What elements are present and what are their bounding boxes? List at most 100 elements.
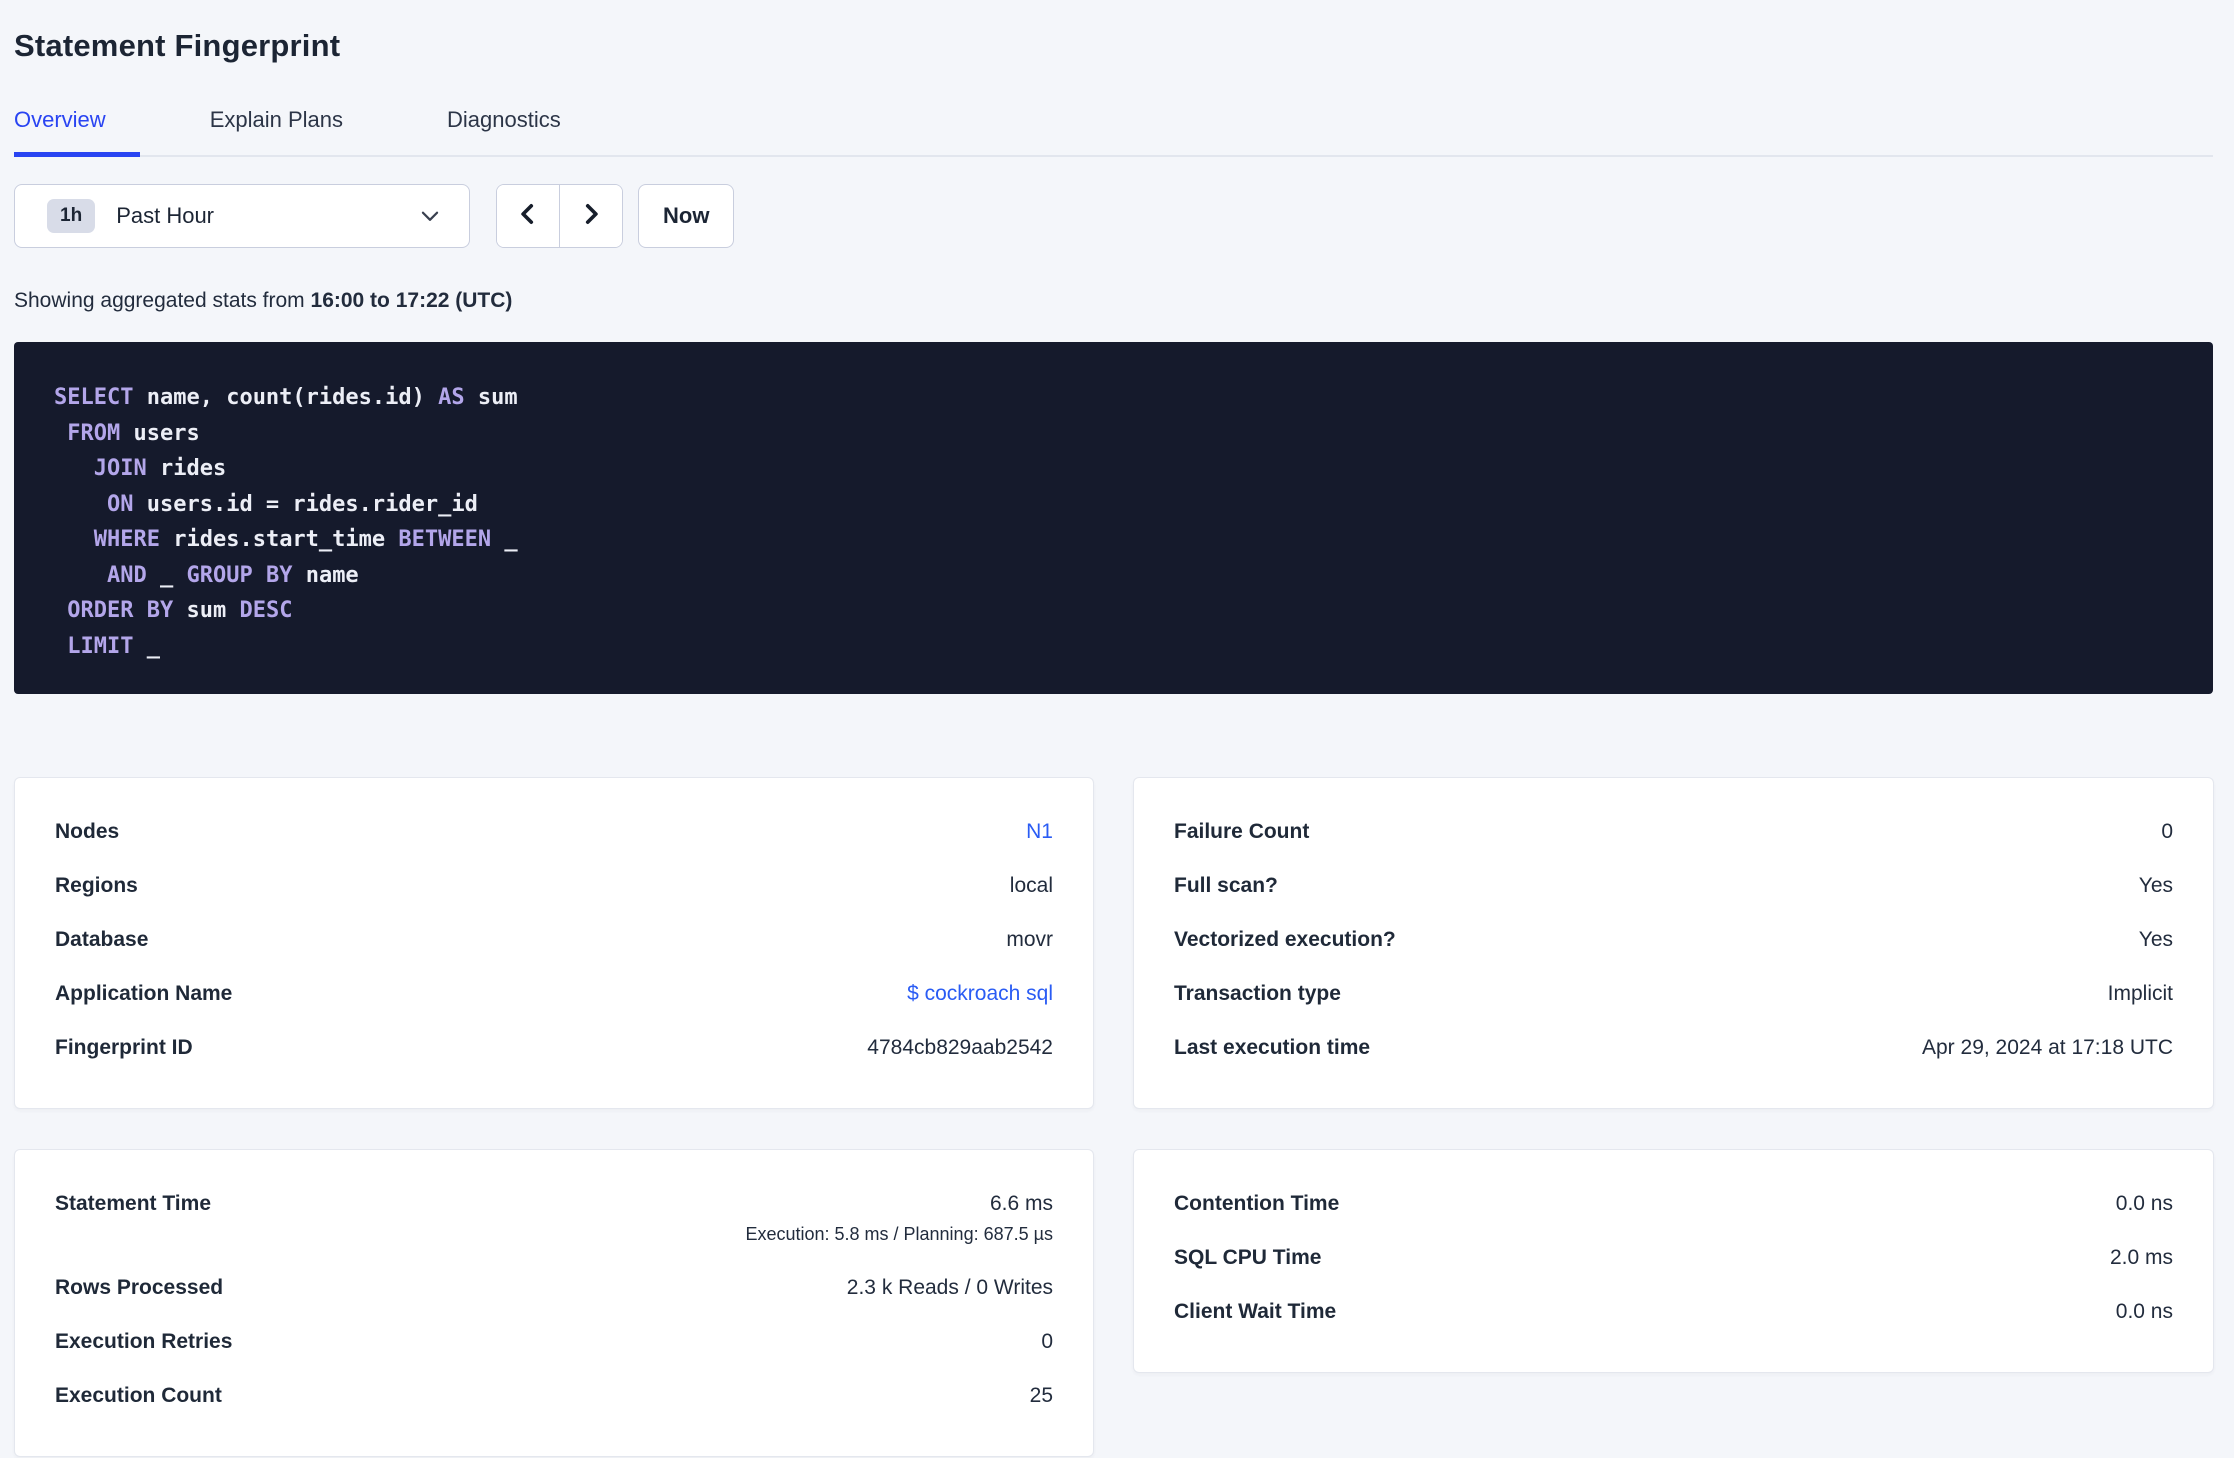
tab-overview[interactable]: Overview	[14, 105, 140, 157]
chevron-left-icon	[515, 201, 541, 232]
statement-timing-card: Statement Time 6.6 ms Execution: 5.8 ms / …	[14, 1149, 1094, 1457]
stat-value-block: N1	[1026, 818, 1053, 846]
stat-row: Contention Time 0.0 ns	[1174, 1190, 2173, 1218]
tab-explain-plans[interactable]: Explain Plans	[210, 105, 377, 157]
stat-label: Vectorized execution?	[1174, 928, 1396, 951]
stat-row: Client Wait Time 0.0 ns	[1174, 1298, 2173, 1326]
stat-value-link[interactable]: $ cockroach sql	[907, 980, 1053, 1008]
next-interval-button[interactable]	[560, 185, 622, 247]
aggregation-note-prefix: Showing aggregated stats from	[14, 289, 311, 312]
sql-line: WHERE rides.start_time BETWEEN _	[93, 527, 518, 552]
timing-cards-row: Statement Time 6.6 ms Execution: 5.8 ms / …	[14, 1149, 2214, 1457]
sql-line: AND _ GROUP BY name	[106, 562, 359, 588]
chevron-right-icon	[578, 201, 604, 232]
statement-fingerprint-page: Statement Fingerprint Overview Explain P…	[0, 0, 2234, 1457]
previous-interval-button[interactable]	[497, 185, 560, 247]
stat-row: Execution Count 25	[55, 1382, 1053, 1410]
time-range-select[interactable]: 1h Past Hour	[14, 184, 470, 248]
aggregation-note: Showing aggregated stats from 16:00 to 1…	[14, 287, 2213, 315]
stat-row: SQL CPU Time 2.0 ms	[1174, 1244, 2173, 1272]
stat-label: Transaction type	[1174, 982, 1341, 1005]
stat-value-block: Apr 29, 2024 at 17:18 UTC	[1922, 1034, 2173, 1062]
stat-label: Fingerprint ID	[55, 1036, 193, 1059]
stat-value: movr	[1006, 928, 1053, 951]
stat-label: Last execution time	[1174, 1036, 1371, 1059]
stat-label: Rows Processed	[55, 1276, 224, 1299]
stat-value-block: 0.0 ns	[2116, 1298, 2173, 1326]
now-button[interactable]: Now	[638, 184, 735, 248]
stat-label: Failure Count	[1174, 820, 1310, 843]
stat-value: 0	[2161, 820, 2173, 843]
stat-row: Application Name $ cockroach sql	[55, 980, 1053, 1008]
stat-value: 0.0 ns	[2115, 1300, 2173, 1323]
execution-attributes-card: Failure Count 0 Full scan? Yes Vectorized ex…	[1133, 777, 2214, 1109]
stat-row: Last execution time Apr 29, 2024 at 17:18…	[1174, 1034, 2173, 1062]
stat-value-block: 4784cb829aab2542	[867, 1034, 1053, 1062]
stat-value-block: 2.0 ms	[2110, 1244, 2173, 1272]
stat-row: Statement Time 6.6 ms Execution: 5.8 ms / …	[55, 1190, 1053, 1248]
time-controls: 1h Past Hour Now	[14, 184, 2213, 248]
stat-value-block: 2.3 k Reads / 0 Writes	[847, 1274, 1053, 1302]
stat-value-block: $ cockroach sql	[907, 980, 1053, 1008]
stat-row: Failure Count 0	[1174, 818, 2173, 846]
stat-value: 0.0 ns	[2115, 1192, 2173, 1215]
stat-label: SQL CPU Time	[1174, 1246, 1322, 1269]
time-range-label: Past Hour	[116, 203, 215, 228]
sql-line: FROM users	[67, 420, 200, 446]
stat-value-block: 0	[1041, 1328, 1053, 1356]
time-step-buttons	[496, 184, 623, 248]
stat-value-block: Implicit	[2108, 980, 2173, 1008]
sql-code: SELECT name, count(rides.id) AS sum FROM…	[54, 380, 2173, 664]
stat-value-block: 25	[1030, 1382, 1053, 1410]
stat-value-block: 0.0 ns	[2116, 1190, 2173, 1218]
sql-line: SELECT name, count(rides.id) AS sum	[54, 385, 518, 410]
stat-label: Application Name	[55, 982, 233, 1005]
stat-row: Nodes N1	[55, 818, 1053, 846]
chevron-down-icon	[417, 203, 443, 229]
sql-statement-box: SELECT name, count(rides.id) AS sum FROM…	[14, 342, 2213, 694]
stat-value: 0	[1041, 1330, 1053, 1353]
stat-row: Vectorized execution? Yes	[1174, 926, 2173, 954]
stat-row: Execution Retries 0	[55, 1328, 1053, 1356]
sql-line: ON users.id = rides.rider_id	[106, 491, 478, 517]
stat-label: Full scan?	[1174, 874, 1278, 897]
time-range-badge: 1h	[47, 199, 96, 233]
page-title: Statement Fingerprint	[14, 28, 341, 63]
stat-value: 4784cb829aab2542	[867, 1036, 1053, 1059]
stat-value: Apr 29, 2024 at 17:18 UTC	[1922, 1036, 2173, 1059]
overview-cards-row: Nodes N1 Regions local Database movr Applicati…	[14, 777, 2214, 1109]
stat-value-block: movr	[1006, 926, 1053, 954]
stat-value: Yes	[2138, 928, 2173, 951]
stat-label: Nodes	[55, 820, 120, 843]
stat-label: Execution Count	[55, 1384, 222, 1407]
tab-diagnostics[interactable]: Diagnostics	[447, 105, 595, 157]
wait-timing-card: Contention Time 0.0 ns SQL CPU Time 2.0 ms C…	[1133, 1149, 2214, 1373]
aggregation-note-range: 16:00 to 17:22 (UTC)	[310, 289, 513, 312]
tab-bar: Overview Explain Plans Diagnostics	[14, 105, 2213, 157]
stat-value: local	[1009, 874, 1053, 897]
stat-value: 2.0 ms	[2109, 1246, 2173, 1269]
stat-value: Implicit	[2107, 982, 2173, 1005]
stat-value: 2.3 k Reads / 0 Writes	[846, 1276, 1053, 1299]
stat-value-block: local	[1010, 872, 1053, 900]
stat-subvalue: Execution: 5.8 ms / Planning: 687.5 µs	[745, 1224, 1053, 1244]
stat-label: Statement Time	[55, 1192, 211, 1215]
stat-row: Database movr	[55, 926, 1053, 954]
stat-row: Full scan? Yes	[1174, 872, 2173, 900]
stat-row: Transaction type Implicit	[1174, 980, 2173, 1008]
stat-row: Regions local	[55, 872, 1053, 900]
stat-label: Client Wait Time	[1174, 1300, 1337, 1323]
stat-label: Database	[55, 928, 149, 951]
stat-value-block: 6.6 ms Execution: 5.8 ms / Planning: 687.…	[745, 1190, 1053, 1248]
sql-line: LIMIT _	[67, 633, 160, 659]
stat-value-block: 0	[2161, 818, 2173, 846]
stat-label: Regions	[55, 874, 138, 897]
stat-row: Rows Processed 2.3 k Reads / 0 Writes	[55, 1274, 1053, 1302]
stat-value: Yes	[2138, 874, 2173, 897]
stat-value: 6.6 ms	[989, 1192, 1053, 1215]
stat-value: 25	[1029, 1384, 1053, 1407]
stat-value-block: Yes	[2139, 872, 2173, 900]
sql-line: JOIN rides	[93, 456, 227, 481]
sql-line: ORDER BY sum DESC	[67, 598, 293, 623]
stat-value-link[interactable]: N1	[1026, 818, 1053, 846]
